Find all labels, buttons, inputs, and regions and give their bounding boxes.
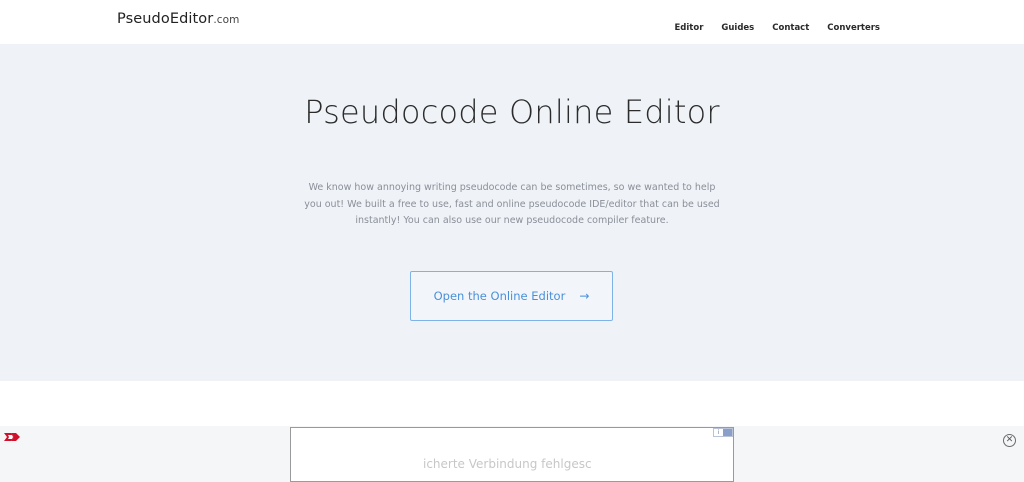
ad-choices-close-icon xyxy=(723,429,732,436)
top-navbar: PseudoEditor.com Editor Guides Contact C… xyxy=(0,0,1024,44)
arrow-right-icon: → xyxy=(579,289,590,303)
ad-banner: i icherte Verbindung fehlgesc ✕ xyxy=(0,426,1024,482)
open-editor-label: Open the Online Editor xyxy=(433,289,566,303)
page: PseudoEditor.com Editor Guides Contact C… xyxy=(0,0,1024,482)
hero-section: Pseudocode Online Editor We know how ann… xyxy=(0,44,1024,381)
ad-choices-icon[interactable]: i xyxy=(713,428,733,437)
ad-error-text: icherte Verbindung fehlgesc xyxy=(423,457,592,471)
brand-name: PseudoEditor xyxy=(117,11,214,27)
nav-item-guides: Guides xyxy=(721,15,754,34)
nav-link-editor[interactable]: Editor xyxy=(674,23,703,33)
nav-item-editor: Editor xyxy=(674,15,703,34)
nav-link-converters[interactable]: Converters xyxy=(827,23,880,33)
nav-item-converters: Converters xyxy=(827,15,880,34)
ad-choices-label: i xyxy=(717,429,720,436)
nav-item-contact: Contact xyxy=(772,15,809,34)
nav-menu: Editor Guides Contact Converters xyxy=(674,15,880,34)
brand-tld: .com xyxy=(213,14,240,26)
open-editor-button[interactable]: Open the Online Editor → xyxy=(410,271,613,321)
nav-link-guides[interactable]: Guides xyxy=(721,23,754,33)
hero-title: Pseudocode Online Editor xyxy=(304,93,720,131)
ad-frame[interactable]: i icherte Verbindung fehlgesc xyxy=(290,427,734,482)
hero-description: We know how annoying writing pseudocode … xyxy=(304,182,720,226)
ad-network-logo-icon[interactable] xyxy=(4,432,20,442)
nav-link-contact[interactable]: Contact xyxy=(772,23,809,33)
close-icon[interactable]: ✕ xyxy=(1003,434,1016,447)
brand-logo-link[interactable]: PseudoEditor.com xyxy=(117,11,240,27)
